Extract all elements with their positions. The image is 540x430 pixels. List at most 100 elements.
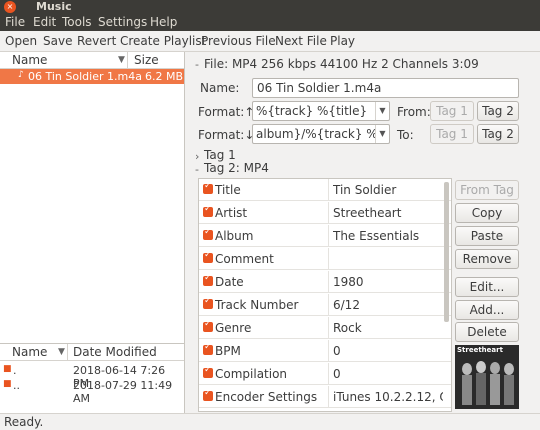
window-title: Music	[36, 0, 72, 13]
frame-checkbox[interactable]	[203, 273, 213, 286]
frame-value[interactable]: The Essentials	[333, 229, 443, 243]
dir-row[interactable]: ■ . 2018-06-14 7:26 PM	[0, 364, 184, 390]
frame-value[interactable]: Rock	[333, 321, 443, 335]
from-tag1-copy-button[interactable]: From Tag 1	[455, 180, 519, 215]
frame-row[interactable]: Title Tin Soldier	[199, 179, 451, 201]
file-list[interactable]: Name ▼ Size ♪ 06 Tin Soldier 1.m4a 6.2 M…	[0, 52, 185, 343]
save-button[interactable]: Save	[43, 34, 72, 48]
delete-button[interactable]: Delete	[455, 322, 519, 342]
sort-icon: ▼	[58, 347, 65, 357]
status-bar: Ready.	[0, 413, 540, 430]
menu-file[interactable]: File	[5, 15, 25, 29]
frame-name: Date	[215, 275, 244, 289]
column-divider	[328, 271, 329, 293]
dir-row[interactable]: ■ .. 2018-07-29 11:49 AM	[0, 379, 184, 405]
file-name: 06 Tin Soldier 1.m4a	[28, 70, 142, 83]
menu-settings[interactable]: Settings	[98, 15, 147, 29]
scrollbar[interactable]	[444, 182, 449, 322]
close-icon[interactable]: ×	[4, 1, 16, 13]
create-playlist-button[interactable]: Create Playlist	[120, 34, 206, 48]
to-tag2-button[interactable]: Tag 2	[477, 124, 519, 144]
format-down-combo[interactable]: album}/%{track} %{title} ▼	[252, 124, 390, 144]
file-row-selected[interactable]: ♪ 06 Tin Soldier 1.m4a 6.2 MB	[0, 69, 184, 84]
column-divider	[328, 202, 329, 224]
frame-checkbox[interactable]	[203, 365, 213, 378]
frames-table[interactable]: Title Tin Soldier Artist Streetheart Album Th…	[198, 178, 452, 412]
revert-button[interactable]: Revert	[77, 34, 116, 48]
frame-row[interactable]: Date 1980	[199, 271, 451, 293]
directory-list[interactable]: Name ▼ Date Modified ■ . 2018-06-14 7:26…	[0, 343, 185, 413]
frame-value[interactable]: 6/12	[333, 298, 443, 312]
column-divider	[127, 52, 128, 68]
frame-row[interactable]: Track Number 6/12	[199, 294, 451, 316]
column-name[interactable]: Name	[12, 53, 47, 67]
frame-row[interactable]: Genre Rock	[199, 317, 451, 339]
frame-value[interactable]: 1980	[333, 275, 443, 289]
frame-value[interactable]: Streetheart	[333, 206, 443, 220]
play-button[interactable]: Play	[330, 34, 355, 48]
from-tag1-button[interactable]: Tag 1	[430, 101, 474, 121]
frame-checkbox[interactable]	[203, 342, 213, 355]
next-file-button[interactable]: Next File	[275, 34, 327, 48]
previous-file-button[interactable]: Previous File	[201, 34, 276, 48]
file-info: File: MP4 256 kbps 44100 Hz 2 Channels 3…	[204, 57, 479, 71]
status-text: Ready.	[4, 415, 44, 429]
name-field[interactable]: 06 Tin Soldier 1.m4a	[252, 78, 519, 98]
to-label: To:	[397, 128, 414, 142]
frame-checkbox[interactable]	[203, 319, 213, 332]
tag2-header[interactable]: Tag 2: MP4	[204, 161, 269, 175]
frame-row[interactable]: BPM 0	[199, 340, 451, 362]
format-up-value: %{track} %{title}	[256, 104, 368, 118]
remove-button[interactable]: Remove	[455, 249, 519, 269]
menu-help[interactable]: Help	[150, 15, 177, 29]
frame-checkbox[interactable]	[203, 227, 213, 240]
add-button[interactable]: Add...	[455, 300, 519, 320]
dir-name: ..	[13, 379, 20, 392]
column-dir-name[interactable]: Name	[12, 345, 47, 359]
column-size[interactable]: Size	[134, 53, 159, 67]
menu-edit[interactable]: Edit	[33, 15, 56, 29]
cover-art: Streetheart	[455, 345, 519, 409]
frame-name: Artist	[215, 206, 248, 220]
dir-name: .	[13, 364, 17, 377]
tag1-expander-icon[interactable]: ›	[195, 150, 199, 163]
format-down-label: Format:↓	[198, 128, 255, 142]
frame-checkbox[interactable]	[203, 250, 213, 263]
frame-checkbox[interactable]	[203, 296, 213, 309]
file-icon: ♪	[18, 70, 24, 80]
column-divider	[328, 386, 329, 408]
chevron-down-icon[interactable]: ▼	[375, 102, 389, 120]
chevron-down-icon[interactable]: ▼	[375, 125, 389, 143]
frame-row[interactable]: Compilation 0	[199, 363, 451, 385]
frame-checkbox[interactable]	[203, 181, 213, 194]
dir-modified: 2018-07-29 11:49 AM	[73, 379, 173, 405]
frame-value[interactable]: Tin Soldier	[333, 183, 443, 197]
edit-button[interactable]: Edit...	[455, 277, 519, 297]
column-divider	[328, 317, 329, 339]
frame-checkbox[interactable]	[203, 204, 213, 217]
frame-value[interactable]: 0	[333, 344, 443, 358]
menu-bar: File Edit Tools Settings Help	[0, 14, 540, 31]
tag2-expander-icon[interactable]: -	[195, 163, 199, 176]
tag1-header[interactable]: Tag 1	[204, 148, 236, 162]
menu-tools[interactable]: Tools	[62, 15, 92, 29]
column-divider	[328, 340, 329, 362]
copy-button[interactable]: Copy	[455, 203, 519, 223]
open-button[interactable]: Open	[5, 34, 37, 48]
frame-value[interactable]: iTunes 10.2.2.12, Q...	[333, 390, 443, 404]
directory-list-header: Name ▼ Date Modified	[0, 344, 184, 361]
frame-name: Comment	[215, 252, 274, 266]
to-tag1-button[interactable]: Tag 1	[430, 124, 474, 144]
frame-row[interactable]: Encoder Settings iTunes 10.2.2.12, Q...	[199, 386, 451, 408]
frame-row[interactable]: Album The Essentials	[199, 225, 451, 247]
paste-button[interactable]: Paste	[455, 226, 519, 246]
column-date-modified[interactable]: Date Modified	[73, 345, 157, 359]
format-up-combo[interactable]: %{track} %{title} ▼	[252, 101, 390, 121]
frame-row[interactable]: Artist Streetheart	[199, 202, 451, 224]
frame-value[interactable]: 0	[333, 367, 443, 381]
frame-checkbox[interactable]	[203, 388, 213, 401]
from-label: From:	[397, 105, 431, 119]
file-expander-icon[interactable]: -	[195, 58, 199, 71]
from-tag2-button[interactable]: Tag 2	[477, 101, 519, 121]
frame-row[interactable]: Comment	[199, 248, 451, 270]
